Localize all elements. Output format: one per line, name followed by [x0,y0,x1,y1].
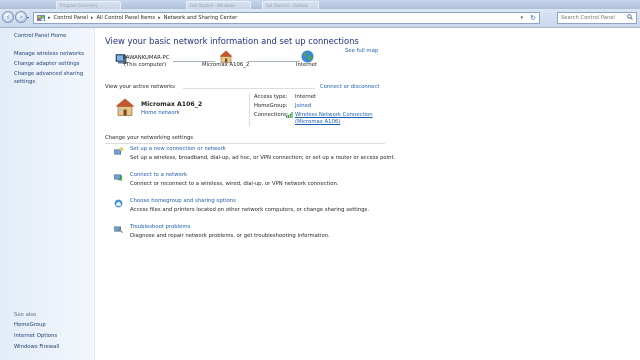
signal-bars-icon [286,112,293,118]
search-box[interactable] [557,12,637,24]
task-troubleshoot-desc: Diagnose and repair network problems, or… [130,233,330,239]
breadcrumb-separator-icon[interactable]: ▸ [48,15,51,21]
troubleshoot-icon [114,226,123,234]
wireless-connection-link-sub[interactable]: (Micromax A106) [295,119,340,125]
map-connector-line [248,61,300,62]
map-network-name[interactable]: Micromax A106_2 [202,62,249,68]
homegroup-sharing-icon [114,199,123,208]
main-content: View your basic network information and … [95,28,640,360]
sidebar-item-internet-options[interactable]: Internet Options [14,332,57,340]
sidebar-item-manage-wireless[interactable]: Manage wireless networks [14,50,84,58]
active-network-name: Micromax A106_2 [141,101,203,108]
sidebar-item-windows-firewall[interactable]: Windows Firewall [14,343,59,351]
change-settings-label: Change your networking settings [105,135,194,141]
details-divider [249,93,250,127]
window-titlebar: Program Summary Get Started - Windows Se… [0,0,640,9]
background-tab: Program Summary [56,1,121,9]
task-homegroup-link[interactable]: Choose homegroup and sharing options [130,198,236,204]
access-type-value: Internet [295,94,317,100]
section-divider [183,88,315,89]
connections-label: Connections: [254,112,289,118]
section-divider [105,143,385,144]
network-type-link[interactable]: Home network [141,110,180,116]
task-setup-connection-desc: Set up a wireless, broadband, dial-up, a… [130,155,396,161]
sidebar: Control Panel Home Manage wireless netwo… [0,28,95,360]
address-bar[interactable]: ▸ Control Panel ▸ All Control Panel Item… [33,12,540,24]
sidebar-item-control-panel-home[interactable]: Control Panel Home [14,32,66,40]
refresh-icon[interactable]: ↻ [530,14,536,22]
sidebar-item-advanced-sharing-cont[interactable]: settings [14,78,35,86]
connect-network-icon [114,174,123,181]
forward-button[interactable]: › [15,11,27,23]
map-internet-label[interactable]: Internet [296,62,317,68]
map-computer-sub: (This computer) [124,62,167,68]
navigation-bar: ‹ › ▾ ▸ Control Panel ▸ All Control Pane… [0,9,640,28]
search-icon[interactable] [627,14,633,20]
connect-or-disconnect-link[interactable]: Connect or disconnect [320,84,379,90]
sidebar-item-adapter-settings[interactable]: Change adapter settings [14,60,80,68]
search-input[interactable] [558,13,625,23]
back-button[interactable]: ‹ [2,11,14,23]
task-homegroup-desc: Access files and printers located on oth… [130,207,369,213]
map-computer-name: PAWANKUMAR-PC [123,55,170,61]
address-dropdown-chevron-icon[interactable]: ▾ [520,15,523,21]
breadcrumb-separator-icon[interactable]: ▸ [158,15,161,21]
task-setup-connection-link[interactable]: Set up a new connection or network [130,146,226,152]
recent-pages-chevron-icon[interactable]: ▾ [27,15,32,21]
breadcrumb-all-items[interactable]: All Control Panel Items [96,15,155,21]
control-panel-icon [37,15,45,21]
house-icon [115,98,135,116]
task-troubleshoot-link[interactable]: Troubleshoot problems [130,224,190,230]
homegroup-value-link[interactable]: Joined [295,103,311,109]
wireless-connection-link[interactable]: Wireless Network Connection [295,112,373,118]
see-also-heading: See also [14,312,37,318]
breadcrumb-network-center[interactable]: Network and Sharing Center [164,15,238,21]
task-connect-network-link[interactable]: Connect to a network [130,172,187,178]
page-title: View your basic network information and … [105,36,359,46]
background-tab: Set Started - Outlook [262,1,319,9]
active-networks-label: View your active networks [105,84,175,90]
sidebar-item-homegroup[interactable]: HomeGroup [14,321,46,329]
background-tab: Get Started - Windows [186,1,251,9]
breadcrumb-separator-icon[interactable]: ▸ [91,15,94,21]
task-connect-network-desc: Connect or reconnect to a wireless, wire… [130,181,339,187]
new-connection-icon [114,147,123,155]
homegroup-label: HomeGroup: [254,103,288,109]
sidebar-item-advanced-sharing[interactable]: Change advanced sharing [14,70,83,78]
access-type-label: Access type: [254,94,288,100]
breadcrumb-control-panel[interactable]: Control Panel [54,15,88,21]
